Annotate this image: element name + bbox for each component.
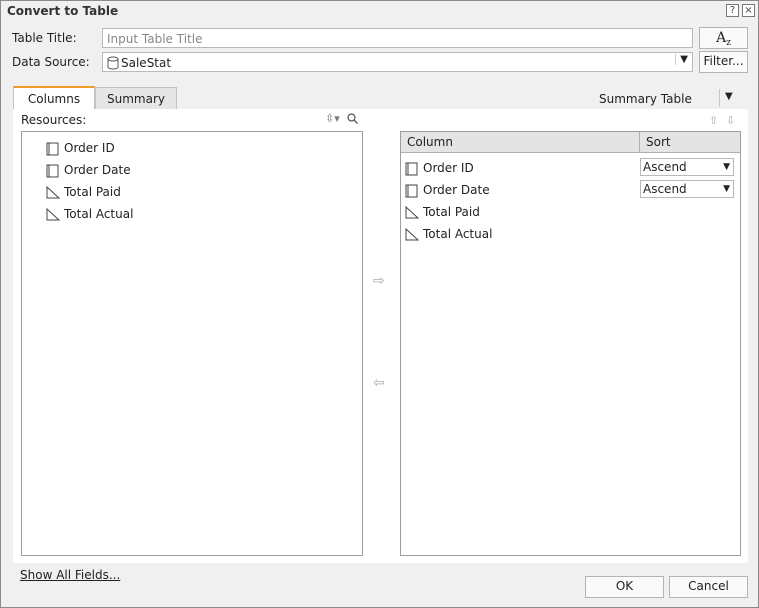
ok-button[interactable]: OK — [585, 576, 664, 598]
table-title-input[interactable]: Input Table Title — [102, 28, 693, 48]
show-all-fields-link[interactable]: Show All Fields... — [20, 568, 120, 582]
data-source-label: Data Source: — [12, 55, 90, 69]
tab-columns[interactable]: Columns — [13, 86, 95, 109]
table-title-label: Table Title: — [12, 31, 77, 45]
sort-select[interactable]: Ascend ▼ — [640, 158, 734, 176]
dialog-title: Convert to Table — [7, 4, 119, 18]
data-source-select[interactable]: SaleStat ▼ — [102, 52, 693, 72]
view-select-dropdown-icon[interactable]: ▼ — [725, 91, 733, 102]
category-icon — [405, 162, 418, 176]
sort-header[interactable]: Sort — [640, 132, 740, 153]
measure-icon — [405, 206, 419, 219]
help-icon[interactable]: ? — [726, 4, 739, 17]
view-select-divider — [719, 89, 720, 107]
columns-tab-content: Resources: ⇳▾ Order ID Order Date Total … — [13, 109, 748, 563]
resources-tree[interactable]: Order ID Order Date Total Paid Total Act… — [21, 131, 363, 556]
text-format-button[interactable]: Az — [699, 27, 748, 49]
chevron-down-icon: ▼ — [723, 162, 730, 172]
close-icon[interactable]: × — [742, 4, 755, 17]
category-icon — [405, 184, 418, 198]
sort-select[interactable]: Ascend ▼ — [640, 180, 734, 198]
table-title-placeholder: Input Table Title — [107, 32, 203, 46]
chevron-down-icon: ▼ — [723, 184, 730, 194]
text-format-icon: Az — [716, 30, 731, 48]
measure-icon — [46, 208, 60, 221]
view-select-label[interactable]: Summary Table — [599, 92, 692, 106]
selected-columns-table[interactable]: Column Sort Order ID Ascend ▼ Order Date… — [400, 131, 741, 556]
measure-icon — [46, 186, 60, 199]
tab-summary[interactable]: Summary — [95, 87, 177, 109]
cancel-button[interactable]: Cancel — [669, 576, 748, 598]
move-up-icon[interactable]: ⇧ — [709, 114, 718, 127]
data-source-value: SaleStat — [121, 56, 172, 70]
column-header[interactable]: Column — [401, 132, 640, 153]
filter-button[interactable]: Filter... — [699, 51, 748, 73]
move-down-icon[interactable]: ⇩ — [726, 114, 735, 127]
measure-icon — [405, 228, 419, 241]
remove-arrow-icon[interactable]: ⇦ — [373, 375, 385, 391]
category-icon — [46, 142, 59, 156]
sort-order-icon[interactable]: ⇳▾ — [325, 112, 340, 125]
title-bar: Convert to Table ? × — [1, 1, 758, 21]
add-arrow-icon[interactable]: ⇨ — [373, 273, 385, 289]
database-icon — [107, 56, 119, 70]
search-icon[interactable] — [347, 113, 358, 124]
convert-to-table-dialog: Convert to Table ? × Table Title: Input … — [0, 0, 759, 608]
category-icon — [46, 164, 59, 178]
chevron-down-icon[interactable]: ▼ — [675, 54, 690, 65]
resources-label: Resources: — [21, 113, 87, 127]
